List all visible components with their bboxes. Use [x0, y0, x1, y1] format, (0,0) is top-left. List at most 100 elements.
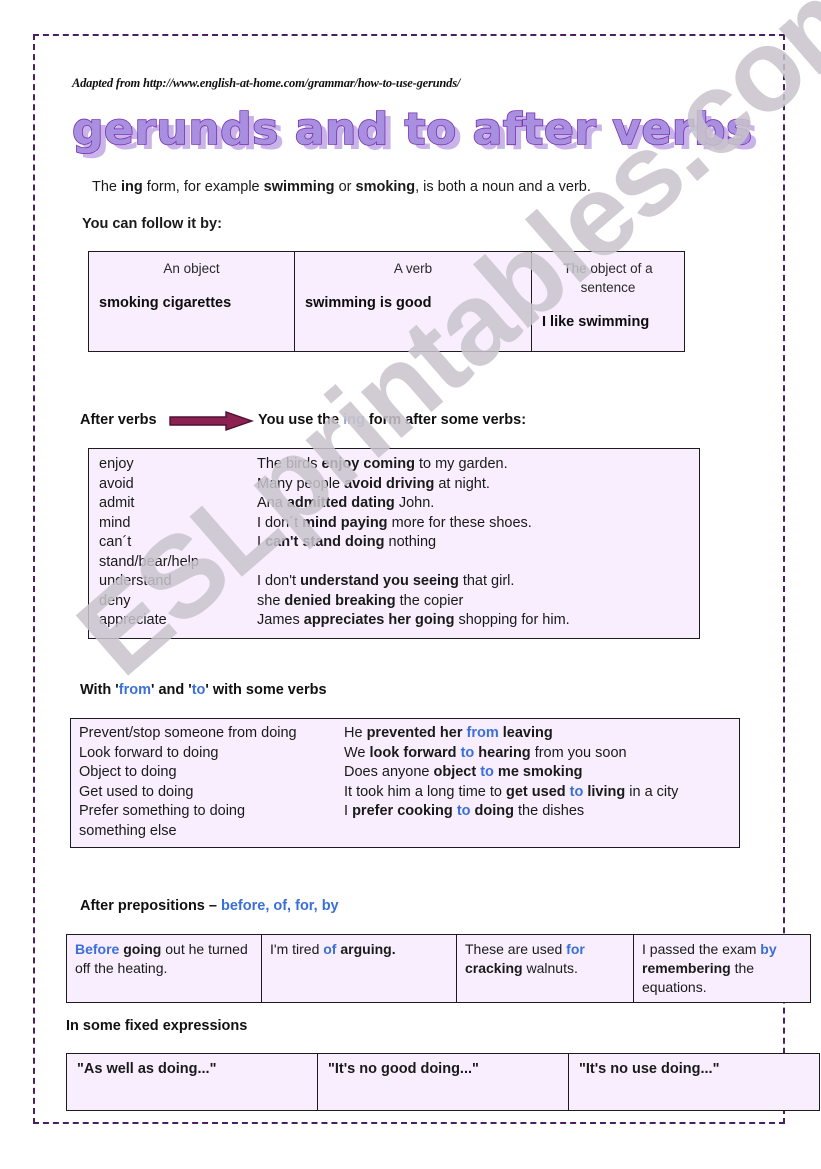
verbs-cell: enjoy The birds enjoy coming to my garden… — [88, 448, 700, 639]
intro-text-d: , is both a noun and a verb. — [415, 179, 591, 195]
verb-sentence-3-part-2: more for these shoes. — [387, 514, 532, 531]
verb-row: mind I don´t mind paying more for these s… — [89, 514, 699, 534]
from-to-example-sentence: Does anyone object to me smoking — [344, 763, 739, 783]
from-to-row: Prevent/stop someone from doing He preven… — [71, 724, 739, 744]
from-to-sentence-1-part-2: to — [460, 744, 475, 761]
intro-swimming: swimming — [263, 179, 335, 195]
from-to-sentence-3-part-0: It took him a long time to — [344, 783, 506, 800]
follow-example-2: I like swimming — [542, 314, 650, 330]
source-credit: Adapted from http://www.english-at-home.… — [72, 76, 461, 90]
table-row: Before going out he turned off the heati… — [66, 934, 811, 1003]
from-to-row: Look forward to doing We look forward to … — [71, 744, 739, 764]
from-to-sentence-1-part-4: from you soon — [530, 744, 627, 761]
from-to-sentence-4-part-2: to — [456, 803, 471, 819]
from-to-sentence-1-part-1: look forward — [369, 744, 461, 761]
verb-example-sentence — [257, 553, 699, 573]
verb-row: deny she denied breaking the copier — [89, 592, 699, 612]
preposition-2-part-2: cracking — [465, 960, 523, 976]
preposition-1-part-0: I'm tired — [270, 941, 324, 957]
verb-sentence-8-part-0: James — [257, 612, 304, 628]
from-to-sentence-2-part-3: me smoking — [493, 764, 583, 780]
verb-keyword: stand/bear/help — [99, 553, 199, 570]
prepositions-table: Before going out he turned off the heati… — [66, 934, 811, 1003]
from-to-sentence-0-part-0: He — [344, 725, 367, 741]
verb-row: admit Ana admitted dating John. — [89, 494, 699, 514]
from-to-row: Prefer something to doing I prefer cookin… — [71, 802, 739, 822]
verb-sentence-0-part-1: enjoy coming — [321, 456, 415, 472]
fixed-expression-cell-2: "It's no use doing..." — [568, 1053, 820, 1111]
from-to-heading-b: ' and ' — [150, 682, 192, 698]
verb-example-sentence: Many people avoid driving at night. — [257, 475, 699, 495]
from-to-sentence-3-part-2: to — [569, 783, 584, 800]
verb-sentence-7-part-1: denied breaking — [284, 592, 396, 609]
after-verbs-text-a: You use the — [258, 412, 344, 428]
verb-sentence-7-part-0: she — [257, 592, 285, 609]
from-to-rows-container: Prevent/stop someone from doing He preven… — [71, 719, 739, 847]
follow-header-2: The object of a sentence — [563, 261, 653, 295]
right-arrow-icon — [169, 411, 254, 431]
table-row: Prevent/stop someone from doing He preven… — [70, 718, 740, 848]
from-to-sentence-4-part-0: I — [344, 803, 353, 819]
from-to-cell: Prevent/stop someone from doing He preven… — [70, 718, 740, 848]
from-to-sentence-0-part-2: from — [466, 725, 499, 741]
from-to-example-sentence — [344, 822, 739, 842]
preposition-cell-1: I'm tired of arguing. — [261, 934, 457, 1003]
verb-example-sentence: James appreciates her going shopping for… — [257, 611, 699, 631]
follow-header-0: An object — [163, 261, 220, 276]
from-to-heading-from: from — [118, 682, 151, 698]
verb-row: understand I don't understand you seeing … — [89, 572, 699, 592]
verb-sentence-6-part-0: I don't — [257, 573, 301, 589]
from-to-heading-a: With ' — [80, 682, 119, 698]
intro-text-b: form, for example — [142, 179, 264, 195]
intro-paragraph: The ing form, for example swimming or sm… — [92, 178, 591, 196]
preposition-cell-3: I passed the exam by remembering the equ… — [633, 934, 811, 1003]
intro-ing: ing — [121, 179, 143, 195]
preposition-0-part-1: going — [119, 941, 162, 957]
verb-row: appreciate James appreciates her going sh… — [89, 611, 699, 631]
verb-sentence-3-part-0: I don´t — [257, 514, 303, 531]
intro-text-a: The — [92, 179, 122, 195]
from-to-sentence-4-part-1: prefer cooking — [352, 803, 457, 819]
from-to-heading: With 'from' and 'to' with some verbs — [80, 682, 327, 698]
from-to-pattern: something else — [79, 822, 177, 839]
verb-sentence-0-part-2: to my garden. — [414, 456, 508, 472]
intro-smoking: smoking — [355, 179, 416, 195]
from-to-sentence-0-part-3: leaving — [498, 725, 553, 741]
verb-sentence-2-part-1: admitted dating — [286, 495, 395, 511]
follow-cell-1: A verb swimming is good — [294, 251, 532, 352]
verbs-rows-container: enjoy The birds enjoy coming to my garden… — [89, 449, 699, 638]
follow-example-0: smoking cigarettes — [99, 295, 232, 311]
verb-sentence-3-part-1: mind paying — [302, 514, 388, 531]
verb-sentence-8-part-2: shopping for him. — [454, 612, 570, 628]
verbs-list-table: enjoy The birds enjoy coming to my garden… — [88, 448, 700, 639]
worksheet-page: ESLprintables.com Adapted from http://ww… — [0, 0, 821, 1169]
verb-row: can´t I can't stand doing nothing — [89, 533, 699, 553]
preposition-cell-2: These are used for cracking walnuts. — [456, 934, 634, 1003]
from-to-sentence-4-part-4: the dishes — [514, 803, 585, 819]
from-to-sentence-3-part-1: get used — [506, 783, 570, 800]
verb-sentence-6-part-1: understand you seeing — [300, 573, 459, 589]
preposition-0-part-0: Before — [75, 941, 120, 957]
after-verbs-ing: ing — [343, 412, 365, 428]
fixed-expression-cell-0: "As well as doing..." — [66, 1053, 318, 1111]
from-to-row: Object to doing Does anyone object to me … — [71, 763, 739, 783]
follow-it-by-table: An object smoking cigarettes A verb swim… — [88, 251, 685, 352]
from-to-sentence-0-part-1: prevented her — [366, 725, 467, 741]
page-title-text: gerunds and to after verbs — [71, 103, 753, 156]
follow-lead-text: You can follow it by: — [82, 216, 222, 232]
from-to-sentence-2-part-1: object — [433, 764, 481, 780]
from-to-pattern: Get used to doing — [79, 783, 194, 800]
verb-row: stand/bear/help — [89, 553, 699, 573]
from-to-pattern: Look forward to doing — [79, 744, 219, 761]
from-to-sentence-1-part-3: hearing — [474, 744, 531, 761]
from-to-row: something else — [71, 822, 739, 842]
from-to-sentence-3-part-3: living — [583, 783, 626, 800]
verb-keyword: deny — [99, 592, 131, 609]
preposition-1-part-2: arguing. — [336, 941, 396, 957]
verb-sentence-2-part-0: Ana — [257, 495, 287, 511]
verb-sentence-1-part-2: at night. — [434, 475, 490, 492]
follow-example-1: swimming is good — [305, 295, 432, 311]
verb-keyword: admit — [99, 495, 135, 511]
from-to-row: Get used to doing It took him a long time… — [71, 783, 739, 803]
prepositions-heading-a: After prepositions – — [80, 898, 221, 914]
